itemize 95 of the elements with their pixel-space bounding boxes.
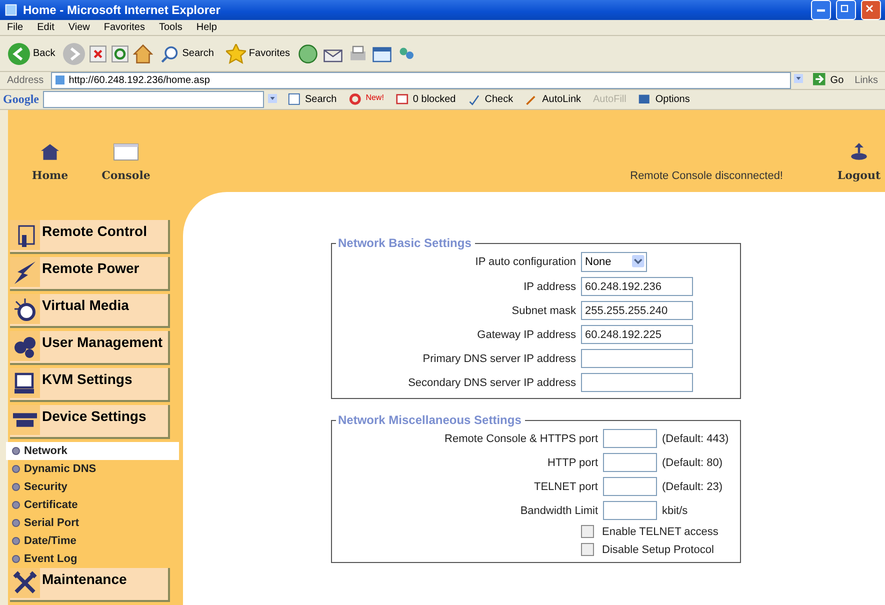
options-button[interactable]: Options [634, 92, 694, 106]
sidebar-subitem[interactable]: Serial Port [6, 514, 179, 532]
spell-check-button[interactable]: Check [464, 92, 518, 106]
menu-item[interactable]: File [0, 22, 30, 34]
input-field[interactable]: 255.255.255.240 [581, 301, 693, 320]
new-button[interactable]: New! [344, 92, 388, 106]
bullet-icon [12, 501, 20, 510]
sidebar-menu-item[interactable]: Virtual Media [10, 294, 170, 328]
disc-icon [13, 297, 37, 322]
sidebar-subitem[interactable]: Dynamic DNS [6, 460, 179, 478]
bullet-icon [12, 483, 20, 492]
field-note: (Default: 80) [662, 456, 724, 469]
sidebar-subitem[interactable]: Certificate [6, 496, 179, 514]
sidebar-menu-item[interactable]: Remote Control [10, 220, 170, 254]
bullet-icon [12, 447, 20, 456]
field-label: IP address [522, 280, 576, 293]
google-logo[interactable]: Google [3, 92, 39, 107]
dropdown-icon [632, 255, 646, 270]
select-field[interactable]: None [581, 252, 647, 272]
dropdown-icon [268, 94, 280, 106]
go-button[interactable]: Go [809, 73, 848, 88]
checkbox-option[interactable]: Enable TELNET access [581, 525, 740, 538]
sidebar-menu-item[interactable]: Remote Power [10, 257, 170, 292]
input-field[interactable]: 60.248.192.236 [581, 277, 693, 296]
address-field[interactable]: http://60.248.192.236/home.asp [50, 72, 792, 89]
sidebar-subitem[interactable]: Security [6, 478, 179, 496]
back-button[interactable]: Back [4, 42, 60, 65]
sidebar-menu-item[interactable]: Device Settings [10, 405, 170, 440]
group-title: Network Miscellaneous Settings [337, 413, 522, 428]
close-button[interactable] [861, 0, 881, 20]
field-label: Remote Console & HTTPS port [444, 432, 598, 445]
minimize-icon [817, 8, 825, 12]
house-icon [40, 143, 60, 162]
field-label: HTTP port [546, 456, 598, 469]
popup-blocker-button[interactable]: 0 blocked [392, 92, 460, 106]
google-search-button[interactable]: Search [284, 92, 341, 106]
input-field[interactable] [603, 453, 657, 472]
input-field[interactable]: 60.248.192.225 [581, 325, 693, 344]
field-note: kbit/s [662, 504, 689, 517]
sidebar-subitem[interactable]: Network [6, 442, 179, 460]
input-field[interactable] [581, 349, 693, 368]
favorites-button[interactable]: Favorites [222, 44, 294, 64]
window-icon [113, 143, 139, 162]
address-label: Address [6, 74, 45, 86]
bullet-icon [12, 555, 20, 564]
checkbox-option[interactable]: Disable Setup Protocol [581, 543, 740, 556]
refresh-icon [111, 44, 130, 63]
autolink-button[interactable]: AutoLink [521, 92, 586, 106]
checkbox[interactable] [581, 525, 594, 538]
checkbox[interactable] [581, 543, 594, 556]
bullet-icon [12, 465, 20, 474]
tools-icon [13, 571, 37, 596]
google-search-field[interactable] [43, 91, 264, 108]
logout-link[interactable]: Logout [837, 143, 881, 182]
stop-icon [89, 44, 108, 63]
window-title: Home - Microsoft Internet Explorer [23, 3, 222, 17]
house-icon [133, 44, 154, 64]
field-note: (Default: 443) [662, 432, 730, 445]
input-field[interactable] [603, 501, 657, 520]
sidebar-subitem[interactable]: Event Log [6, 550, 179, 568]
menu-item[interactable]: Favorites [96, 22, 152, 34]
field-label: Subnet mask [510, 304, 576, 317]
input-field[interactable] [603, 429, 657, 448]
sidebar-menu-item[interactable]: Maintenance [10, 568, 170, 602]
computer-icon [13, 371, 37, 396]
field-label: Secondary DNS server IP address [407, 376, 576, 389]
field-note: (Default: 23) [662, 480, 724, 493]
logout-icon [850, 143, 868, 162]
magnifier-icon [161, 44, 180, 63]
nav-link[interactable]: Console [98, 143, 154, 182]
group-title: Network Basic Settings [337, 236, 472, 250]
menu-item[interactable]: View [61, 22, 97, 34]
sidebar-menu-item[interactable]: User Management [10, 331, 170, 366]
field-label: Bandwidth Limit [519, 504, 598, 517]
field-label: TELNET port [533, 480, 598, 493]
input-field[interactable] [581, 373, 693, 392]
menu-item[interactable]: Edit [30, 22, 62, 34]
field-label: Gateway IP address [476, 328, 576, 341]
field-label: Primary DNS server IP address [422, 352, 576, 365]
menu-item[interactable]: Help [189, 22, 224, 34]
sidebar-subitem[interactable]: Date/Time [6, 532, 179, 550]
bullet-icon [12, 519, 20, 528]
nav-link[interactable]: Home [22, 143, 78, 182]
input-field[interactable] [603, 477, 657, 496]
status-text: Remote Console disconnected! [630, 170, 783, 182]
menu-item[interactable]: Tools [152, 22, 190, 34]
links-button[interactable]: Links [850, 74, 882, 86]
bullet-icon [12, 537, 20, 546]
lightning-icon [13, 260, 37, 284]
search-button[interactable]: Search [157, 44, 218, 63]
star-icon [226, 44, 246, 64]
maximize-button[interactable] [836, 0, 856, 20]
minimize-button[interactable] [811, 0, 831, 20]
field-label: IP auto configuration [474, 256, 576, 268]
sidebar-menu-item[interactable]: KVM Settings [10, 368, 170, 402]
